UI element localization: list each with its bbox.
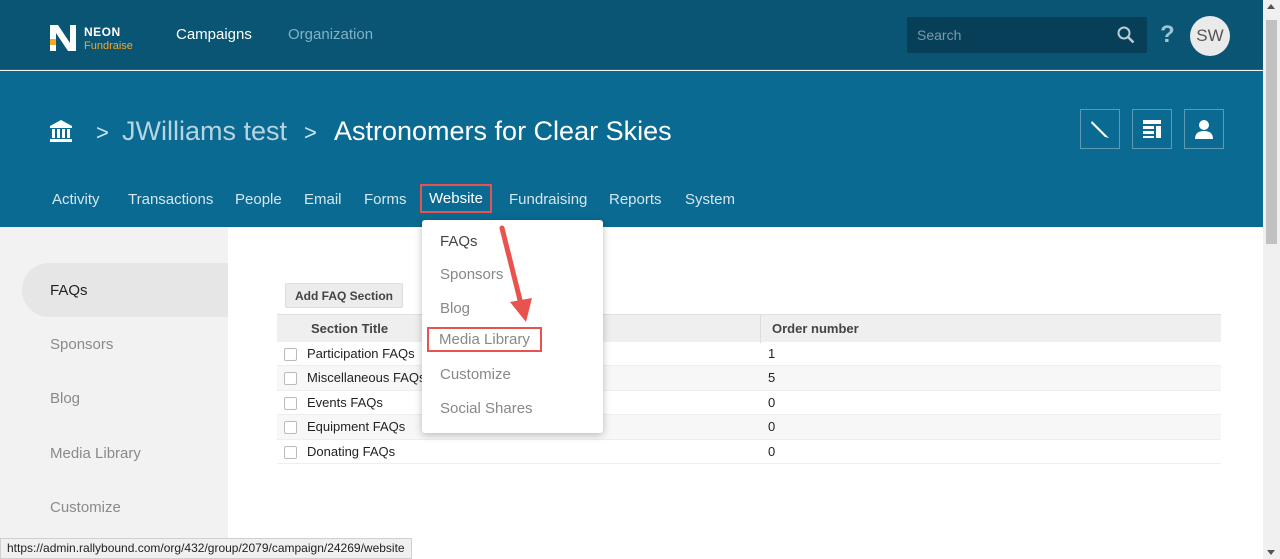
nav-organization[interactable]: Organization <box>288 26 373 43</box>
tab-transactions[interactable]: Transactions <box>128 191 213 208</box>
organization-bank-icon[interactable] <box>49 119 73 143</box>
scroll-up-icon[interactable] <box>1267 4 1275 9</box>
sidebar-item-faqs[interactable]: FAQs <box>22 263 228 317</box>
breadcrumb-organization[interactable]: JWilliams test <box>122 116 287 147</box>
section-title-cell[interactable]: Events FAQs <box>307 395 383 410</box>
tab-people[interactable]: People <box>235 191 282 208</box>
row-checkbox[interactable] <box>284 396 297 410</box>
row-checkbox[interactable] <box>284 348 297 361</box>
scroll-thumb[interactable] <box>1266 20 1277 244</box>
table-header: Section Title Order number <box>277 314 1221 343</box>
profile-button[interactable] <box>1184 109 1224 149</box>
tab-forms[interactable]: Forms <box>364 191 407 208</box>
order-number-cell: 5 <box>768 370 776 386</box>
table-row[interactable]: Donating FAQs 0 <box>277 440 1221 464</box>
breadcrumb-separator: > <box>96 120 109 145</box>
order-number-cell: 0 <box>768 443 776 459</box>
sidebar-item-customize[interactable]: Customize <box>22 480 228 534</box>
logo-neon-text: NEON <box>84 25 121 39</box>
table-row[interactable]: Participation FAQs 1 <box>277 342 1221 367</box>
row-checkbox[interactable] <box>284 445 297 459</box>
edit-icon <box>1091 121 1109 138</box>
menu-item-customize[interactable]: Customize <box>440 366 511 383</box>
tab-email[interactable]: Email <box>304 191 342 208</box>
section-title-cell[interactable]: Donating FAQs <box>307 444 395 459</box>
faq-main-panel: Add FAQ Section Section Title Order numb… <box>228 227 1263 559</box>
table-row[interactable]: Events FAQs 0 <box>277 391 1221 416</box>
neon-fundraise-logo[interactable]: NEON Fundraise <box>48 21 144 55</box>
column-header-section-title[interactable]: Section Title <box>311 321 388 336</box>
layout-button[interactable] <box>1132 109 1172 149</box>
order-number-cell: 0 <box>768 394 776 410</box>
table-row[interactable]: Equipment FAQs 0 <box>277 415 1221 440</box>
search-box <box>907 17 1147 53</box>
column-header-order-number[interactable]: Order number <box>772 321 859 336</box>
page-scrollbar[interactable] <box>1263 0 1280 559</box>
tab-reports[interactable]: Reports <box>609 191 662 208</box>
menu-item-social-shares[interactable]: Social Shares <box>440 400 533 417</box>
tab-system[interactable]: System <box>685 191 735 208</box>
layout-icon <box>1143 120 1161 138</box>
website-sidebar: FAQs Sponsors Blog Media Library Customi… <box>0 227 228 559</box>
edit-button[interactable] <box>1080 109 1120 149</box>
page-title: Astronomers for Clear Skies <box>334 116 672 146</box>
search-input[interactable] <box>907 17 1107 53</box>
scroll-down-icon[interactable] <box>1267 550 1275 555</box>
search-icon[interactable] <box>1117 26 1135 44</box>
sidebar-item-sponsors[interactable]: Sponsors <box>22 317 228 371</box>
top-navbar: NEON Fundraise Campaigns Organization ? … <box>0 0 1263 70</box>
browser-status-url: https://admin.rallybound.com/org/432/gro… <box>0 538 412 559</box>
user-avatar[interactable]: SW <box>1190 16 1230 56</box>
tab-fundraising[interactable]: Fundraising <box>509 191 587 208</box>
faq-sections-table: Section Title Order number Participation… <box>277 314 1221 464</box>
menu-item-faqs[interactable]: FAQs <box>440 233 478 250</box>
section-title-cell[interactable]: Equipment FAQs <box>307 419 405 434</box>
logo-fundraise-text: Fundraise <box>84 40 133 52</box>
campaign-header: > JWilliams test > Astronomers for Clear… <box>0 71 1263 227</box>
breadcrumb-separator: > <box>304 120 317 145</box>
help-icon[interactable]: ? <box>1160 21 1175 49</box>
row-checkbox[interactable] <box>284 372 297 386</box>
order-number-cell: 1 <box>768 346 776 361</box>
annotation-arrow-icon <box>499 225 532 322</box>
menu-item-blog[interactable]: Blog <box>440 300 470 317</box>
nav-campaigns[interactable]: Campaigns <box>176 26 252 43</box>
order-number-cell: 0 <box>768 419 776 435</box>
column-divider <box>760 315 761 343</box>
tab-activity[interactable]: Activity <box>52 191 100 208</box>
sidebar-item-media-library[interactable]: Media Library <box>22 426 228 480</box>
section-title-cell[interactable]: Miscellaneous FAQs <box>307 370 426 385</box>
table-row[interactable]: Miscellaneous FAQs 5 <box>277 366 1221 391</box>
menu-item-media-library[interactable]: Media Library <box>427 327 542 352</box>
section-title-cell[interactable]: Participation FAQs <box>307 346 415 361</box>
logo-mark-icon <box>50 25 76 51</box>
sidebar-item-blog[interactable]: Blog <box>22 371 228 425</box>
user-icon <box>1195 120 1213 139</box>
add-faq-section-button[interactable]: Add FAQ Section <box>285 283 404 308</box>
row-checkbox[interactable] <box>284 421 297 435</box>
tab-website[interactable]: Website <box>420 184 492 213</box>
